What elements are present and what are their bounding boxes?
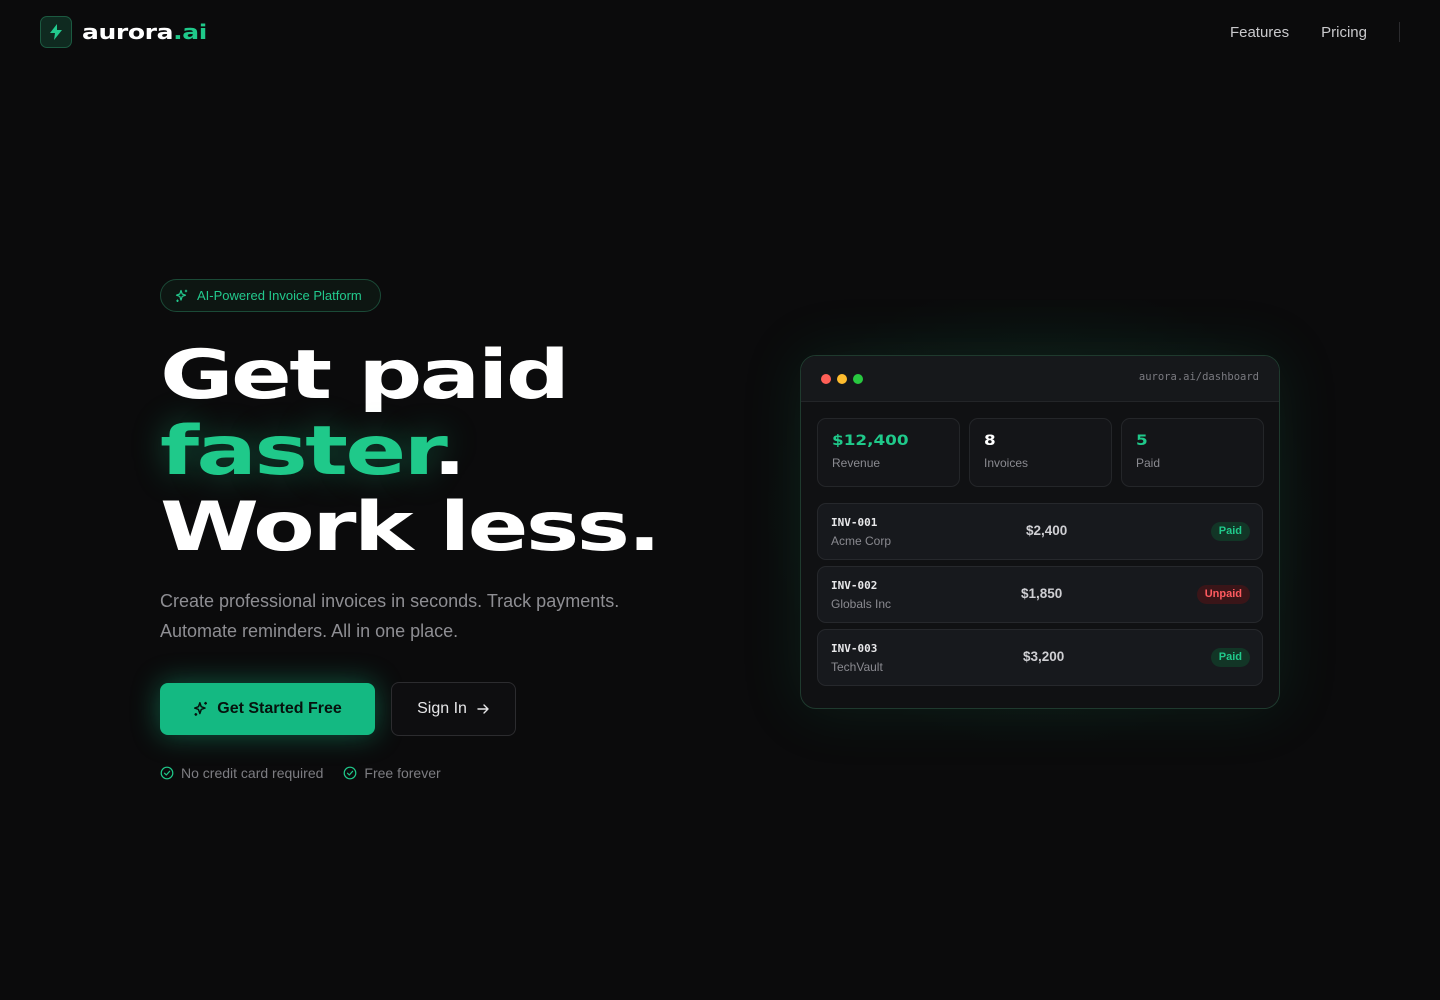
get-started-label: Get Started Free: [217, 700, 342, 717]
stat-label: Invoices: [984, 456, 1029, 470]
sign-in-label: Sign In: [417, 700, 467, 717]
invoice-amount: $2,400: [1026, 523, 1068, 538]
nav-link-features[interactable]: Features: [1230, 24, 1289, 41]
hero-perks: No credit card required Free forever: [160, 765, 441, 781]
window-maximize-dot: [853, 374, 863, 384]
nav-links: Features Pricing: [1230, 24, 1367, 41]
stats-row: $12,400 Revenue 8 Invoices 5 Paid: [817, 418, 1264, 487]
logo[interactable]: aurora.ai: [40, 16, 207, 48]
top-nav: aurora.ai Features Pricing: [0, 0, 1440, 64]
invoice-row[interactable]: INV-002 Globals Inc $1,850 Unpaid: [817, 566, 1263, 623]
arrow-right-icon: [477, 704, 489, 714]
perk-item: Free forever: [343, 765, 441, 781]
lightning-icon: [40, 16, 72, 48]
stat-card-revenue: $12,400 Revenue: [817, 418, 960, 487]
invoice-id: INV-003: [831, 642, 878, 655]
perk-label: No credit card required: [181, 765, 324, 781]
status-badge: Paid: [1210, 522, 1250, 541]
invoice-row[interactable]: INV-001 Acme Corp $2,400 Paid: [817, 503, 1263, 560]
nav-link-pricing[interactable]: Pricing: [1321, 24, 1367, 41]
stat-label: Paid: [1136, 456, 1161, 470]
invoice-amount: $3,200: [1023, 649, 1065, 664]
invoice-list: INV-001 Acme Corp $2,400 Paid INV-002 Gl…: [817, 503, 1263, 692]
invoice-row[interactable]: INV-003 TechVault $3,200 Paid: [817, 629, 1263, 686]
invoice-amount: $1,850: [1021, 586, 1063, 601]
invoice-id: INV-002: [831, 579, 878, 592]
nav-divider: [1399, 22, 1400, 42]
hero-subtitle: Create professional invoices in seconds.…: [160, 586, 680, 646]
logo-name: aurora: [82, 20, 174, 44]
get-started-button[interactable]: Get Started Free: [160, 683, 375, 735]
status-badge: Paid: [1210, 648, 1250, 667]
invoice-client: TechVault: [831, 660, 883, 674]
landing-page: aurora.ai Features Pricing AI-Powered In…: [0, 0, 1440, 1000]
hero-badge-label: AI-Powered Invoice Platform: [197, 288, 362, 303]
stat-card-paid: 5 Paid: [1121, 418, 1264, 487]
window-close-dot: [821, 374, 831, 384]
window-url: aurora.ai/dashboard: [1138, 371, 1259, 383]
hero-subtitle-line-1: Create professional invoices in seconds.…: [160, 591, 620, 611]
sparkles-icon: [194, 701, 208, 716]
hero-subtitle-line-2: Automate reminders. All in one place.: [160, 621, 459, 641]
stat-value: $12,400: [832, 433, 909, 449]
check-circle-icon: [344, 766, 357, 780]
headline-accent-word: faster: [160, 412, 435, 491]
hero-headline: Get paid faster. Work less.: [160, 336, 662, 567]
headline-period: .: [432, 412, 466, 491]
perk-label: Free forever: [364, 765, 441, 781]
hero-badge: AI-Powered Invoice Platform: [160, 279, 381, 312]
invoice-client: Globals Inc: [831, 597, 892, 611]
stat-value: 8: [984, 433, 996, 449]
window-titlebar: aurora.ai/dashboard: [801, 356, 1279, 402]
headline-line-2: faster.: [160, 414, 659, 490]
perk-item: No credit card required: [160, 765, 323, 781]
dashboard-preview: aurora.ai/dashboard $12,400 Revenue 8 In…: [800, 355, 1280, 709]
stat-card-invoices: 8 Invoices: [969, 418, 1112, 487]
sign-in-button[interactable]: Sign In: [391, 682, 516, 736]
invoice-client: Acme Corp: [831, 534, 892, 548]
invoice-id: INV-001: [831, 516, 878, 529]
window-minimize-dot: [837, 374, 847, 384]
status-badge: Unpaid: [1196, 585, 1250, 604]
sparkles-icon: [175, 289, 188, 302]
logo-wordmark: aurora.ai: [82, 20, 207, 44]
headline-line-1: Get paid: [160, 336, 570, 415]
check-circle-icon: [160, 766, 174, 780]
logo-tld: .ai: [173, 20, 207, 44]
stat-label: Revenue: [832, 456, 881, 470]
stat-value: 5: [1136, 433, 1148, 449]
headline-line-3: Work less.: [160, 488, 662, 567]
